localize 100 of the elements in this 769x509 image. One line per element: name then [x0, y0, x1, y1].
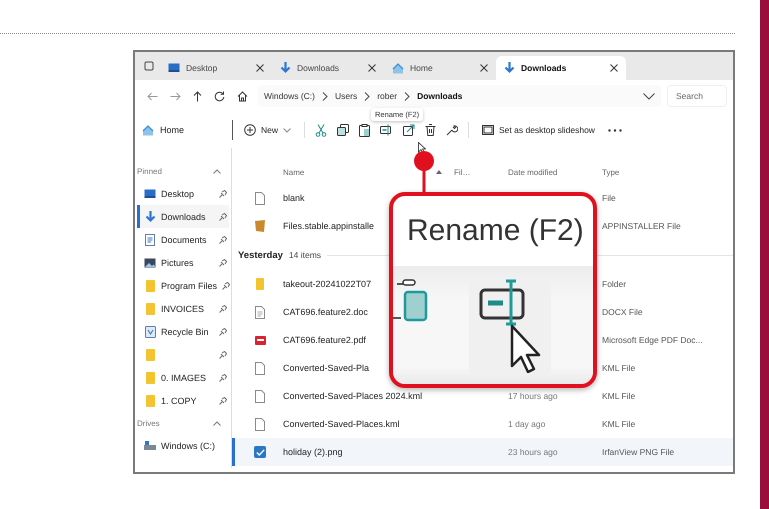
file-name: takeout-20241022T07 [283, 279, 372, 289]
callout-title: Rename (F2) [406, 213, 585, 249]
date-modified: 17 hours ago [508, 391, 559, 401]
tab-label: Downloads [297, 63, 340, 73]
file-name: Files.stable.appinstalle [283, 221, 376, 231]
chevron-icon[interactable] [213, 420, 221, 426]
tab-label: Desktop [186, 63, 218, 73]
chevron-right-icon [322, 92, 328, 100]
pin-icon[interactable] [219, 328, 227, 336]
tab-label: Downloads [521, 63, 568, 73]
sidebar-item[interactable]: Recycle Bin [137, 320, 229, 343]
sidebar-item[interactable]: Pictures [137, 251, 229, 274]
desktop-icon [144, 188, 156, 198]
sidebar-item-label: Recycle Bin [161, 326, 210, 336]
pin-icon[interactable] [219, 258, 227, 266]
group-heading[interactable]: Yesterday [238, 250, 283, 260]
chevron-down-icon[interactable] [643, 92, 655, 100]
share-icon[interactable] [403, 124, 416, 136]
pin-icon[interactable] [219, 190, 227, 198]
close-icon[interactable] [256, 64, 264, 72]
sidebar-item[interactable]: 0. IMAGES [137, 366, 229, 389]
chevron-right-icon [404, 92, 410, 100]
column-header[interactable]: Name [283, 168, 448, 176]
pin-icon[interactable] [219, 236, 227, 244]
column-header[interactable]: Type [602, 168, 733, 176]
section-heading: Pinned [137, 166, 162, 176]
file-type: KML File [602, 391, 636, 401]
paste-icon[interactable] [359, 124, 370, 136]
file-type: KML File [602, 419, 636, 429]
close-icon[interactable] [610, 64, 618, 72]
file-type: KML File [602, 363, 636, 373]
screen-icon [482, 125, 494, 135]
folder-icon [144, 372, 156, 384]
sidebar-item[interactable]: Documents [137, 228, 229, 251]
breadcrumb-item[interactable]: Users [335, 91, 358, 101]
trash-icon[interactable] [425, 124, 436, 136]
wrench-icon[interactable] [446, 124, 458, 136]
copy-icon[interactable] [337, 124, 350, 136]
address-bar[interactable]: Windows (C:) Users rober Downloads [258, 85, 661, 107]
pin-icon[interactable] [219, 374, 227, 382]
close-icon[interactable] [480, 64, 488, 72]
chevron-icon[interactable] [213, 168, 221, 174]
recycle-bin-icon [144, 326, 156, 338]
rename-icon[interactable] [380, 124, 394, 136]
sidebar-item[interactable]: Program Files [137, 274, 229, 297]
home-icon [142, 124, 154, 136]
sidebar-item[interactable]: Windows (C:) [137, 434, 229, 457]
tab-label: Home [410, 63, 434, 73]
column-header[interactable]: Date modified [508, 168, 602, 176]
scissors-icon[interactable] [315, 124, 328, 136]
pin-icon[interactable] [222, 282, 230, 290]
pin-icon[interactable] [219, 304, 227, 312]
pin-icon[interactable] [219, 212, 227, 220]
date-modified: 23 hours ago [508, 447, 559, 457]
checkbox[interactable] [254, 446, 266, 458]
pin-icon[interactable] [219, 350, 227, 358]
sidebar-item-label: Desktop [161, 188, 196, 198]
breadcrumb-item[interactable]: Downloads [417, 91, 462, 101]
back-arrow-icon[interactable] [147, 92, 158, 100]
sidebar-item[interactable]: 1. COPY [137, 389, 229, 412]
tab[interactable]: Home [384, 56, 496, 80]
new-button[interactable]: New [241, 122, 294, 138]
download-icon [504, 62, 515, 74]
refresh-icon[interactable] [214, 90, 225, 102]
home-nav-item[interactable]: Home [135, 124, 232, 136]
sidebar-item[interactable]: Desktop [137, 182, 229, 205]
folder-icon [144, 280, 156, 292]
sidebar-item-label: Windows (C:) [161, 440, 216, 450]
up-arrow-icon[interactable] [193, 90, 202, 102]
forward-arrow-icon[interactable] [170, 92, 181, 100]
sidebar-item-label: Program Files [161, 280, 218, 290]
sidebar-item[interactable]: Downloads [137, 205, 229, 228]
file-name: CAT696.feature2.doc [283, 307, 369, 317]
file-type: DOCX File [602, 307, 644, 317]
clipboard-icon [393, 278, 429, 322]
slideshow-button[interactable]: Set as desktop slideshow [479, 123, 598, 137]
document-icon [255, 306, 265, 318]
download-icon [144, 210, 156, 222]
tab[interactable]: Downloads [272, 56, 384, 80]
drive-icon [144, 441, 156, 450]
file-name: Converted-Saved-Places 2024.kml [283, 391, 424, 401]
breadcrumb-item[interactable]: Windows (C:) [264, 91, 316, 101]
sidebar-item-label: Downloads [161, 212, 207, 222]
folder-icon [144, 302, 156, 314]
breadcrumb-item[interactable]: rober [377, 91, 398, 101]
file-name: blank [283, 193, 306, 203]
package-icon [255, 220, 265, 232]
home-icon[interactable] [237, 90, 248, 102]
window-icon[interactable] [144, 61, 154, 71]
more-icon[interactable] [608, 128, 622, 132]
sidebar-item[interactable]: INVOICES [137, 297, 229, 320]
tab[interactable]: Downloads [496, 56, 626, 80]
file-name: Converted-Saved-Places.kml [283, 419, 401, 429]
pin-icon[interactable] [219, 396, 227, 404]
close-icon[interactable] [368, 64, 376, 72]
tab[interactable]: Desktop [160, 56, 272, 80]
file-name: holiday (2).png [283, 447, 344, 457]
search-field[interactable]: Search [667, 85, 727, 107]
column-header[interactable]: Fil… [448, 168, 508, 176]
file-row[interactable]: holiday (2).png 23 hours ago IrfanView PNG File [232, 438, 733, 466]
